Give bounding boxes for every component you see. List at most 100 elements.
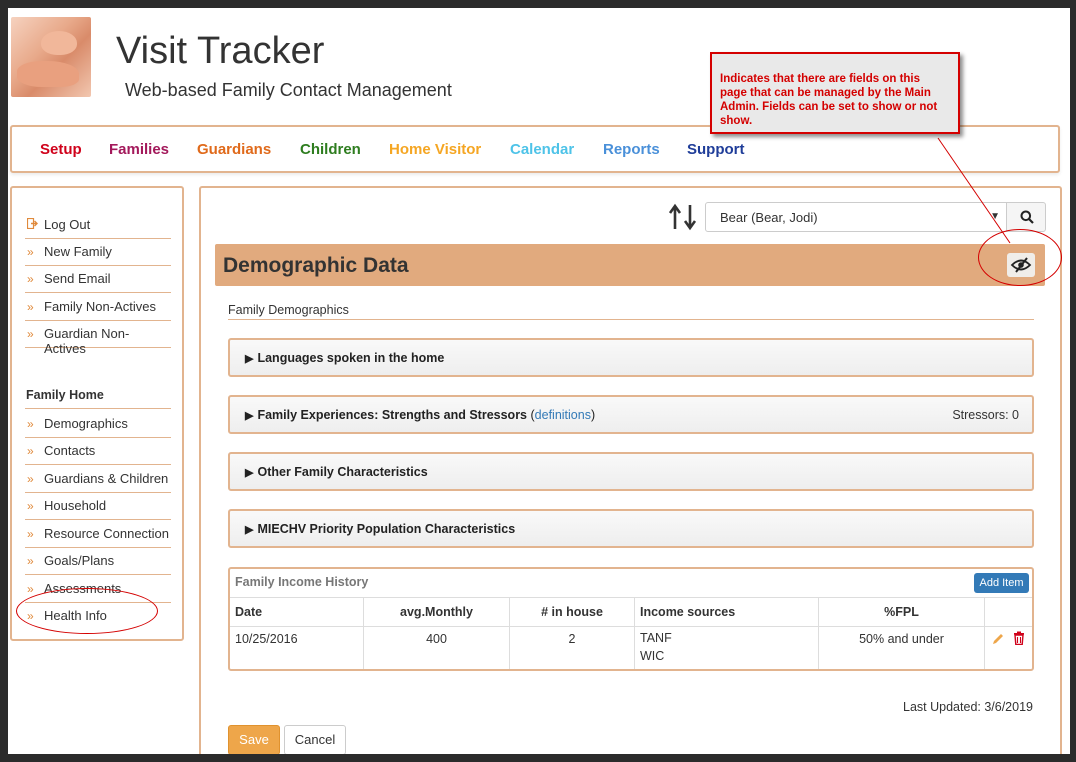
sidebar-item-household[interactable]: » Household [25,493,171,520]
column-header: avg.Monthly [364,598,510,626]
sidebar-item-label: Guardians & Children [44,471,169,486]
sidebar-item-label: Send Email [44,271,111,286]
cell-fpl: 50% and under [819,625,985,669]
caret-down-icon: ▼ [990,211,1000,222]
triangle-right-icon: ▶ [245,467,254,479]
panel-other-characteristics[interactable]: ▶ Other Family Characteristics [228,452,1034,491]
sidebar-item-goals-plans[interactable]: » Goals/Plans [25,548,171,575]
cancel-button[interactable]: Cancel [284,725,346,754]
page-title: Demographic Data [223,254,409,277]
search-button[interactable] [1006,202,1046,232]
chevron-double-right-icon: » [27,272,34,286]
panel-title: Languages spoken in the home [257,351,445,365]
sidebar-item-family-non-actives[interactable]: » Family Non-Actives [25,294,171,321]
sidebar-item-guardians-children[interactable]: » Guardians & Children [25,466,171,493]
panel-miechv[interactable]: ▶ MIECHV Priority Population Characterist… [228,509,1034,548]
trash-icon[interactable] [1013,631,1025,645]
search-icon [1020,210,1034,224]
sidebar-item-send-email[interactable]: » Send Email [25,266,171,293]
panel-languages[interactable]: ▶ Languages spoken in the home [228,338,1034,377]
chevron-double-right-icon: » [27,245,34,259]
cell-actions [985,625,1032,669]
nav-families[interactable]: Families [109,141,169,158]
panel-title: Other Family Characteristics [257,465,428,479]
column-header: %FPL [819,598,985,626]
cell-in-house: 2 [510,625,635,669]
annotation-ring [978,229,1062,286]
nav-support[interactable]: Support [687,141,745,158]
panel-title: Family Experiences: Strengths and Stress… [257,408,528,422]
sidebar-item-label: Resource Connection [44,526,170,541]
last-updated-text: Last Updated: 3/6/2019 [903,700,1033,714]
sidebar-item-label: Goals/Plans [44,553,115,568]
nav-calendar[interactable]: Calendar [510,141,574,158]
add-item-button[interactable]: Add Item [974,573,1029,593]
nav-guardians[interactable]: Guardians [197,141,271,158]
sidebar-item-label: Demographics [44,416,128,431]
cell-income-sources: TANF WIC [635,625,819,669]
subsection-label: Family Demographics [228,303,349,317]
app-subtitle: Web-based Family Contact Management [125,80,452,100]
save-button[interactable]: Save [228,725,280,754]
chevron-double-right-icon: » [27,554,34,568]
income-history-title: Family Income History [235,575,369,589]
column-header: # in house [510,598,635,626]
panel-title: MIECHV Priority Population Characteristi… [257,522,516,536]
sidebar-item-demographics[interactable]: » Demographics [25,411,171,438]
income-history-panel: Family Income History Add Item Date avg.… [228,567,1034,671]
divider [228,319,1034,320]
stressors-count: Stressors: 0 [952,408,1019,422]
app-title: Visit Tracker [116,30,325,72]
nav-setup[interactable]: Setup [40,141,82,158]
income-source: WIC [640,649,665,663]
chevron-double-right-icon: » [27,327,34,341]
admin-callout: Indicates that there are fields on this … [710,52,960,134]
table-row: 10/25/2016 400 2 TANF WIC 50% and under [230,625,1032,669]
triangle-right-icon: ▶ [245,410,254,422]
cell-avg-monthly: 400 [364,625,510,669]
chevron-double-right-icon: » [27,527,34,541]
sidebar-item-new-family[interactable]: » New Family [25,239,171,266]
sidebar-item-label: Contacts [44,443,96,458]
family-select[interactable]: Bear (Bear, Jodi) ▼ [705,202,1007,232]
table-header-row: Date avg.Monthly # in house Income sourc… [230,597,1032,627]
browser-page: Visit Tracker Web-based Family Contact M… [8,8,1070,754]
edit-pencil-icon[interactable] [991,632,1005,646]
nav-children[interactable]: Children [300,141,361,158]
sidebar-item-label: Guardian Non-Actives [44,326,130,356]
family-select-value: Bear (Bear, Jodi) [720,210,818,225]
cell-date: 10/25/2016 [230,625,364,669]
logout-icon [26,217,38,232]
sort-arrows-icon[interactable] [667,203,699,231]
sidebar-item-resource-connection[interactable]: » Resource Connection [25,521,171,548]
sidebar-item-contacts[interactable]: » Contacts [25,438,171,465]
income-source: TANF [640,631,672,645]
chevron-double-right-icon: » [27,472,34,486]
sidebar-item-label: Family Non-Actives [44,299,156,314]
sidebar-item-log-out[interactable]: Log Out [25,212,171,239]
main-content: Bear (Bear, Jodi) ▼ Demographic Data Fam… [199,186,1062,754]
sidebar: Log Out » New Family » Send Email » Fami… [10,186,184,641]
sidebar-item-guardian-non-actives[interactable]: » Guardian Non-Actives [25,321,171,356]
sidebar-item-label: Log Out [44,217,91,232]
column-header-actions [985,598,1032,626]
sidebar-heading: Family Home [26,388,104,402]
app-logo [11,17,91,97]
column-header: Date [230,598,364,626]
sidebar-item-label: Household [44,498,107,513]
nav-reports[interactable]: Reports [603,141,660,158]
triangle-right-icon: ▶ [245,524,254,536]
chevron-double-right-icon: » [27,300,34,314]
sidebar-item-label: New Family [44,244,112,259]
triangle-right-icon: ▶ [245,353,254,365]
section-header: Demographic Data [215,244,1045,286]
panel-family-experiences[interactable]: ▶ Family Experiences: Strengths and Stres… [228,395,1034,434]
chevron-double-right-icon: » [27,499,34,513]
column-header: Income sources [635,598,819,626]
annotation-ring [16,588,158,634]
chevron-double-right-icon: » [27,444,34,458]
definitions-link[interactable]: definitions [535,408,591,422]
nav-home-visitor[interactable]: Home Visitor [389,141,481,158]
chevron-double-right-icon: » [27,417,34,431]
divider [25,408,171,409]
